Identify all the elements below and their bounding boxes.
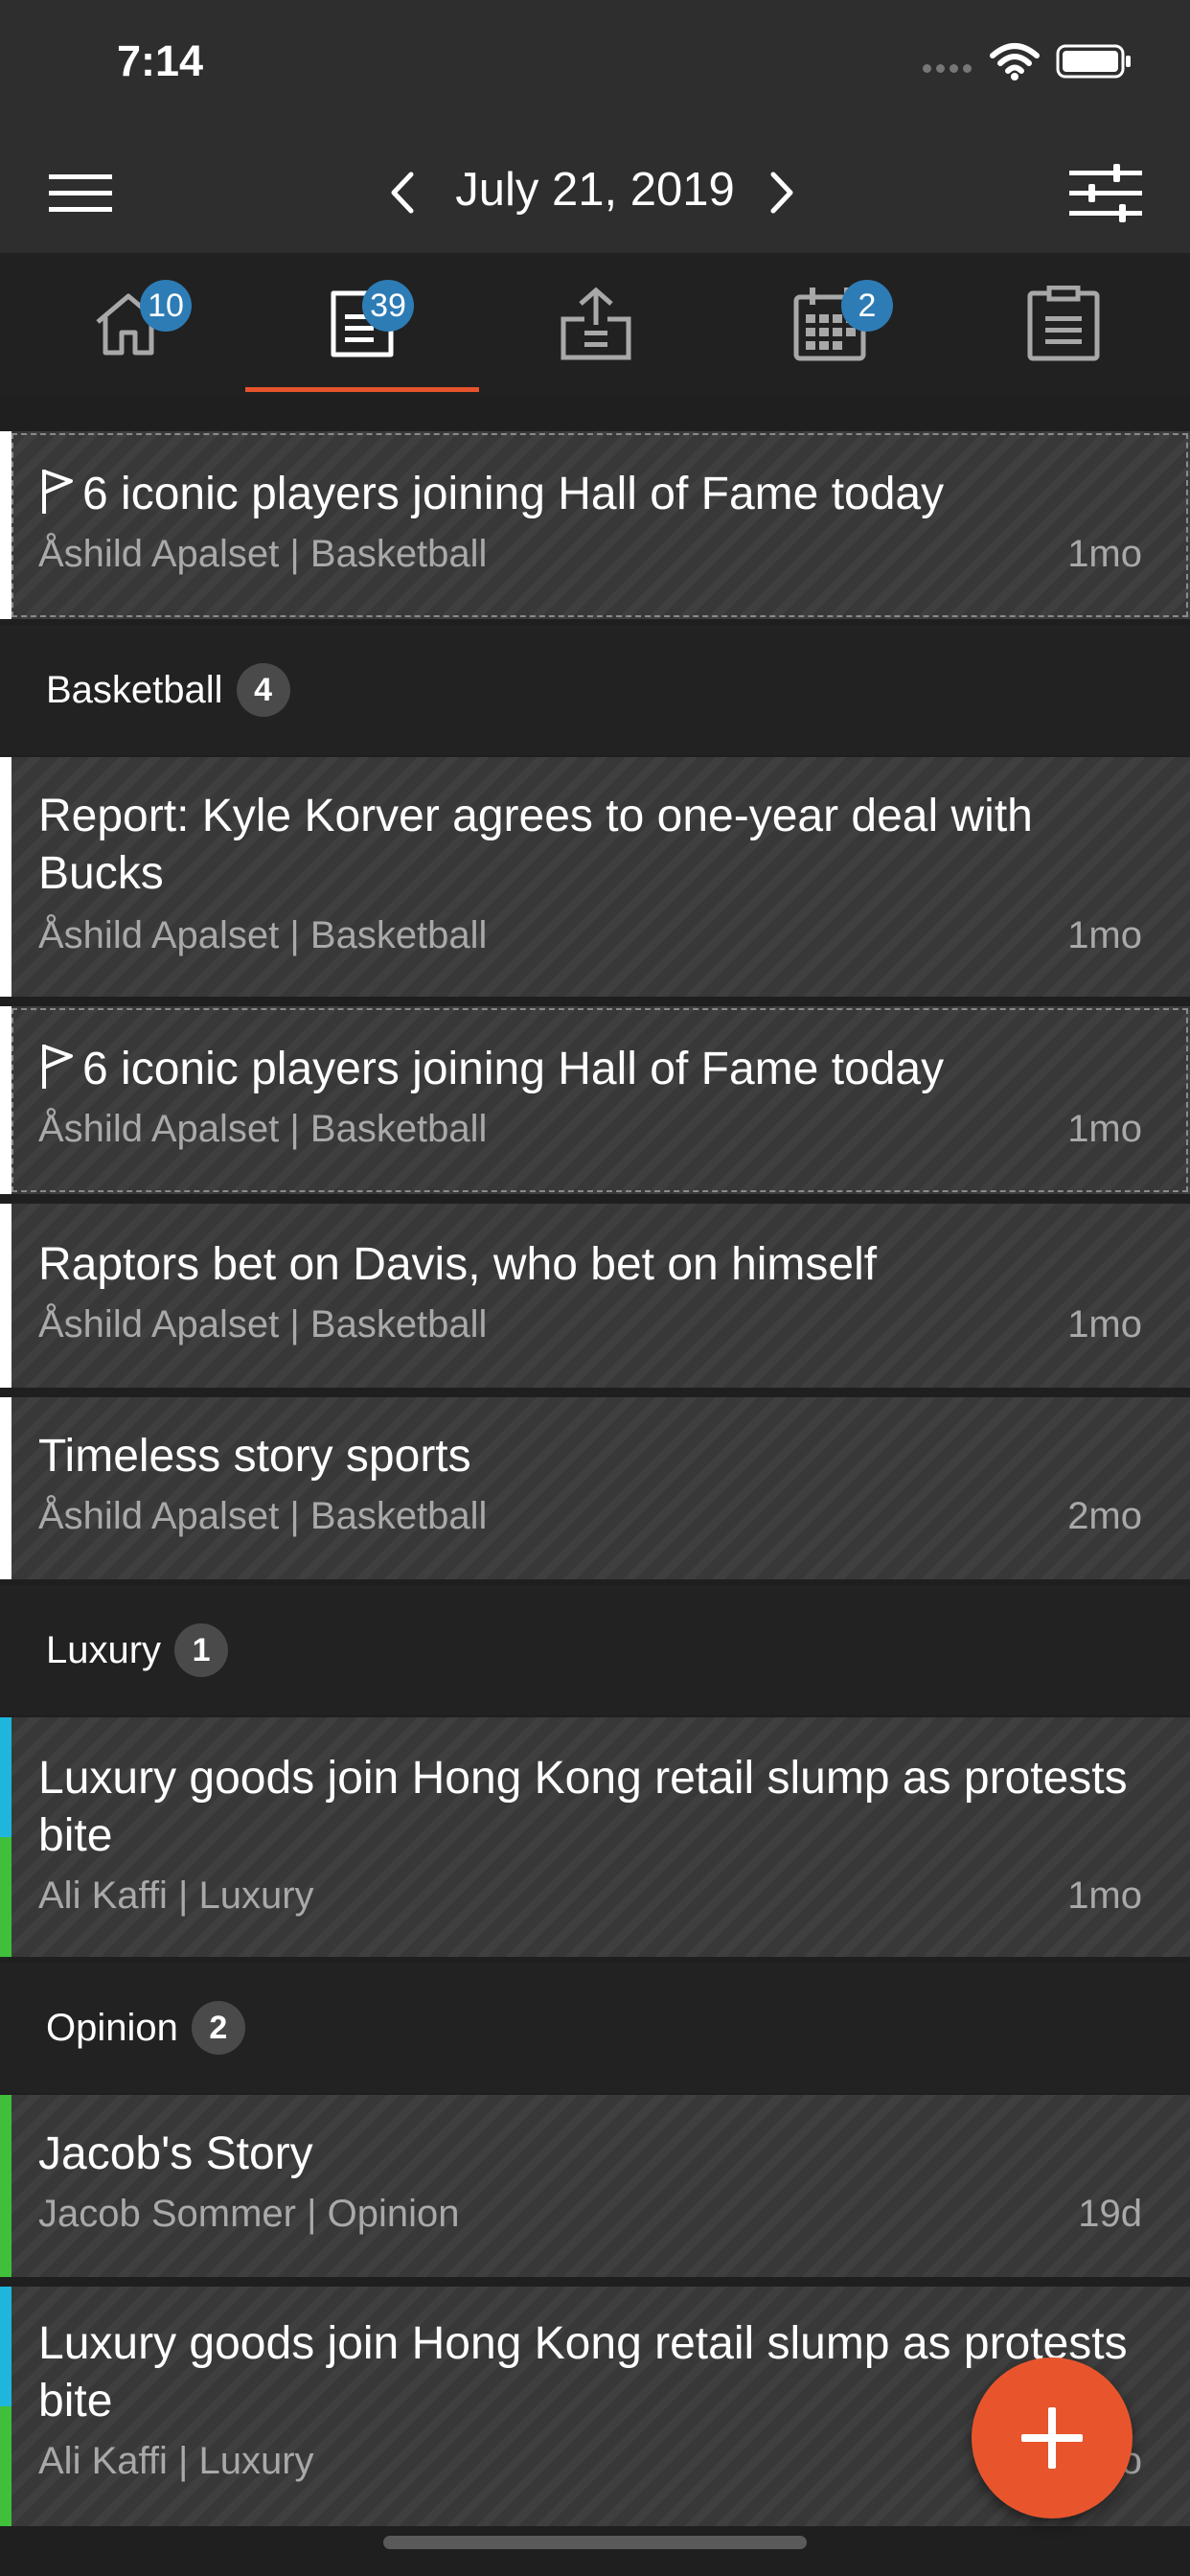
section-count-badge: 1 (174, 1623, 229, 1677)
story-meta: Jacob Sommer | Opinion (38, 2193, 460, 2235)
section-header-luxury: Luxury 1 (0, 1585, 1190, 1715)
section-header-opinion: Opinion 2 (0, 1963, 1190, 2093)
story-title: 6 iconic players joining Hall of Fame to… (38, 1041, 1133, 1098)
story-age: 1mo (1067, 1108, 1142, 1150)
tab-badge: 10 (140, 280, 192, 332)
pinned-story-row[interactable]: 6 iconic players joining Hall of Fame to… (0, 431, 1190, 619)
row-accent (0, 1204, 11, 1388)
story-row[interactable]: Raptors bet on Davis, who bet on himself… (0, 1204, 1190, 1388)
upload-icon (561, 287, 631, 360)
current-date[interactable]: July 21, 2019 (0, 163, 1190, 217)
add-story-button[interactable] (972, 2358, 1133, 2518)
story-title: Luxury goods join Hong Kong retail slump… (38, 1753, 1128, 1861)
section-name: Opinion (46, 2006, 178, 2049)
story-meta: Ali Kaffi | Luxury (38, 1874, 314, 1917)
story-title: Raptors bet on Davis, who bet on himself (38, 1239, 878, 1290)
status-bar: 7:14 (0, 0, 1190, 134)
section-name: Basketball (46, 668, 223, 711)
navigation-bar: July 21, 2019 (0, 134, 1190, 253)
row-accent (0, 431, 11, 619)
story-meta: Åshild Apalset | Basketball (38, 533, 488, 575)
story-title: Jacob's Story (38, 2128, 313, 2179)
story-row[interactable]: Timeless story sports Åshild Apalset | B… (0, 1397, 1190, 1579)
plus-icon (1021, 2407, 1083, 2469)
story-age: 1mo (1067, 533, 1142, 575)
story-meta: Åshild Apalset | Basketball (38, 1495, 488, 1537)
filter-settings-button[interactable] (1062, 155, 1150, 232)
tab-badge: 2 (841, 280, 893, 332)
tab-bar: 10 39 2 (0, 253, 1190, 395)
sliders-icon (1069, 164, 1142, 222)
tab-badge: 39 (362, 280, 414, 332)
story-meta: Åshild Apalset | Basketball (38, 914, 488, 956)
section-count-badge: 4 (236, 663, 290, 717)
clipboard-icon (1027, 286, 1100, 361)
row-accent-luxury (0, 1717, 11, 1837)
flag-icon (42, 1045, 73, 1089)
battery-icon (1056, 44, 1131, 79)
story-age: 2mo (1067, 1495, 1142, 1537)
row-accent-opinion (0, 2406, 11, 2526)
story-age: 1mo (1067, 1303, 1142, 1346)
story-row[interactable]: 6 iconic players joining Hall of Fame to… (0, 1006, 1190, 1194)
status-time: 7:14 (117, 36, 204, 85)
story-title: 6 iconic players joining Hall of Fame to… (38, 466, 1133, 523)
story-meta: Ali Kaffi | Luxury (38, 2440, 314, 2482)
tab-calendar[interactable]: 2 (713, 253, 947, 395)
wifi-icon (990, 43, 1040, 80)
story-row[interactable]: Report: Kyle Korver agrees to one-year d… (0, 757, 1190, 997)
next-date-button[interactable] (753, 159, 811, 226)
section-count-badge: 2 (191, 2001, 245, 2055)
story-age: 1mo (1067, 1874, 1142, 1917)
section-header-basketball: Basketball 4 (0, 625, 1190, 755)
story-age: 1mo (1067, 914, 1142, 956)
tab-publish[interactable] (479, 253, 713, 395)
home-indicator[interactable] (383, 2536, 807, 2549)
section-name: Luxury (46, 1628, 162, 1671)
row-accent-opinion (0, 1837, 11, 1957)
row-accent-opinion (0, 2095, 11, 2277)
story-row[interactable]: Jacob's Story Jacob Sommer | Opinion 19d (0, 2095, 1190, 2277)
row-accent-luxury (0, 2287, 11, 2406)
story-title: Report: Kyle Korver agrees to one-year d… (38, 791, 1033, 899)
row-accent (0, 1006, 11, 1194)
active-tab-indicator (245, 387, 479, 392)
row-accent (0, 1397, 11, 1579)
story-row[interactable]: Luxury goods join Hong Kong retail slump… (0, 1717, 1190, 1957)
story-title: Luxury goods join Hong Kong retail slump… (38, 2318, 1128, 2426)
story-meta: Åshild Apalset | Basketball (38, 1108, 488, 1150)
tab-notes[interactable] (947, 253, 1180, 395)
story-meta: Åshild Apalset | Basketball (38, 1303, 488, 1346)
story-age: 19d (1078, 2193, 1142, 2235)
chevron-right-icon (770, 172, 793, 214)
flag-icon (42, 470, 73, 514)
story-title: Timeless story sports (38, 1431, 471, 1482)
tab-stories[interactable]: 39 (245, 253, 479, 395)
status-icons (923, 42, 1133, 80)
row-accent (0, 757, 11, 997)
tab-home[interactable]: 10 (11, 253, 245, 395)
cellular-signal-icon (923, 63, 972, 73)
